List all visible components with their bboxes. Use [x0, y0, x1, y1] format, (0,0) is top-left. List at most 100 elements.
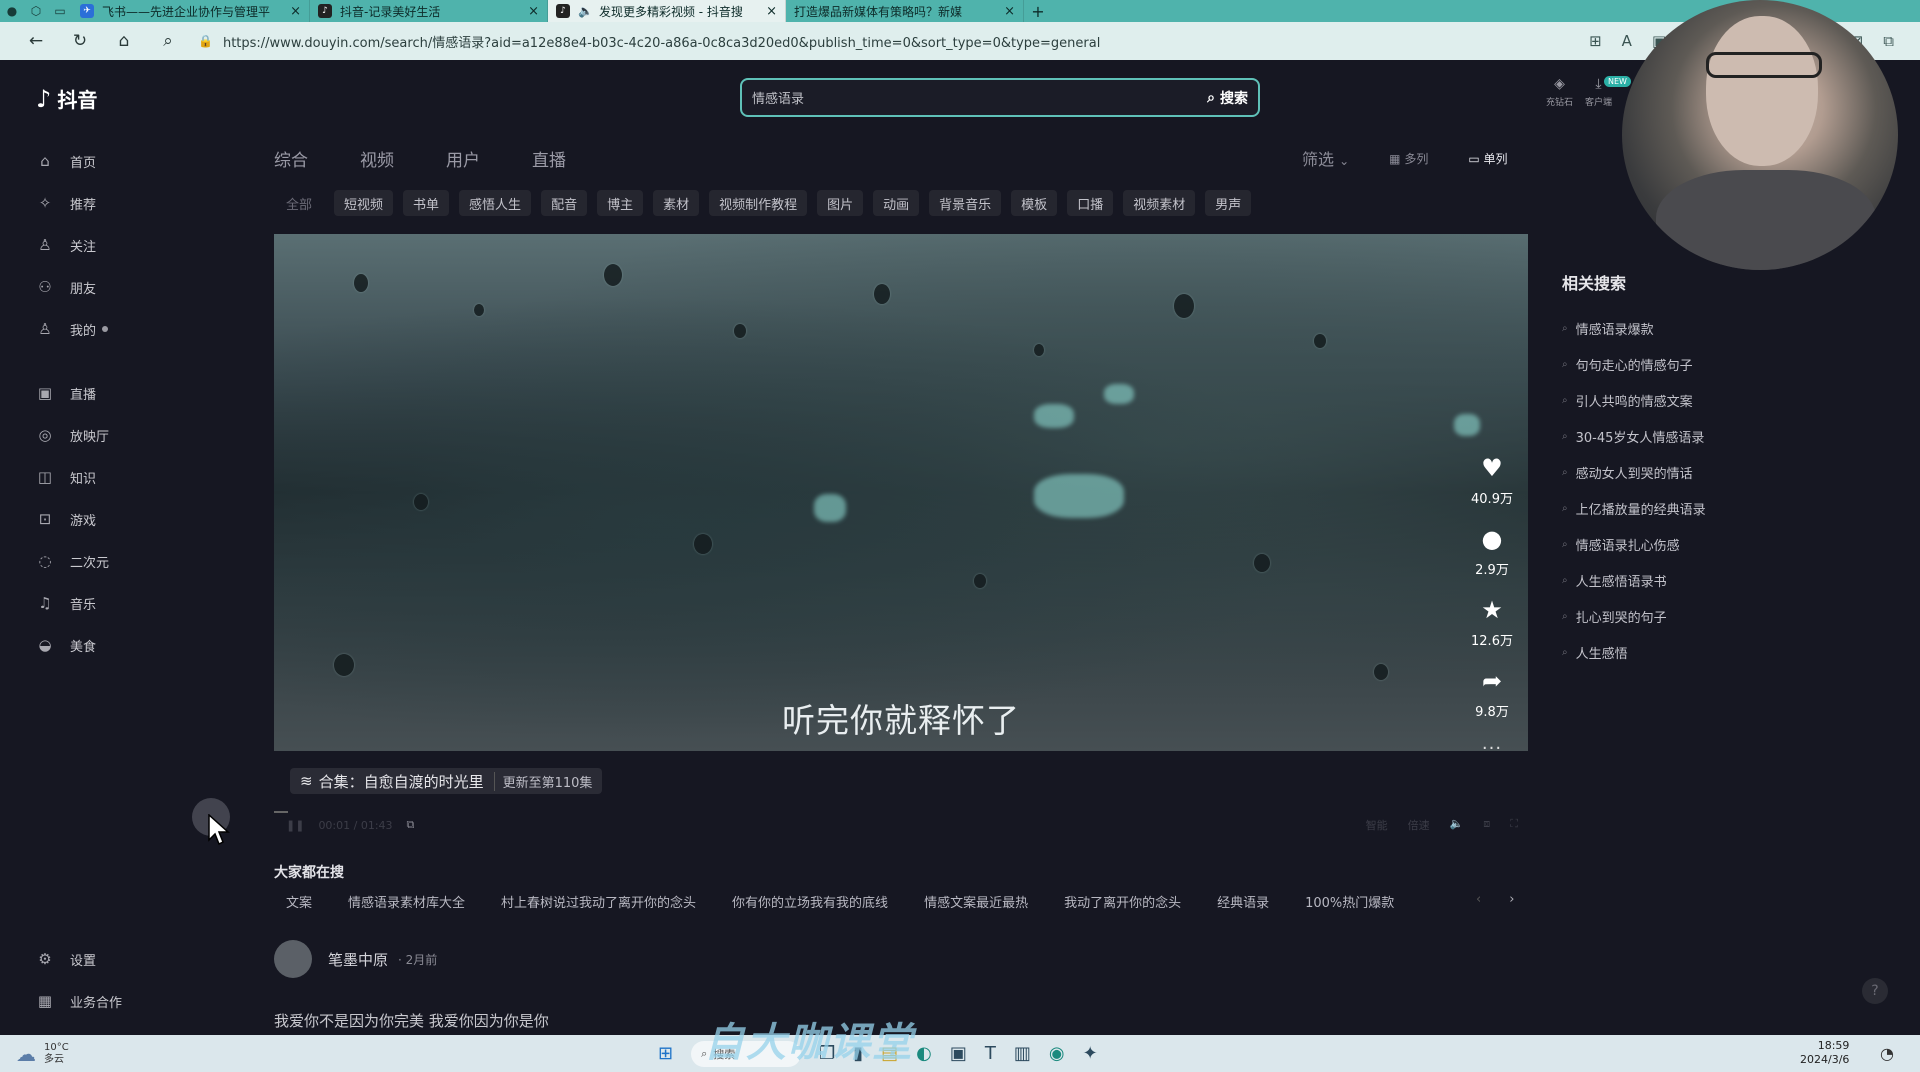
sidebar-item-home[interactable]: ⌂ 首页 [34, 140, 164, 182]
sidebar-item-music[interactable]: ♫ 音乐 [34, 582, 164, 624]
related-search-item[interactable]: ⌕ 人生感悟语录书 [1562, 562, 1822, 598]
weather-widget[interactable]: ☁ 10°C 多云 [16, 1042, 69, 1066]
edge-browser-icon[interactable]: ◐ [916, 1043, 932, 1064]
hot-search-item[interactable]: 村上春树说过我动了离开你的念头 [501, 892, 696, 911]
typora-icon[interactable]: T [985, 1043, 996, 1064]
sidebar-item-settings[interactable]: ⚙ 设置 [34, 938, 122, 980]
chip[interactable]: 图片 [817, 190, 864, 216]
search-input[interactable] [752, 90, 1208, 105]
browser-app-icon[interactable]: ◉ [1049, 1043, 1065, 1064]
like-button[interactable]: ♥ 40.9万 [1471, 454, 1513, 507]
related-search-item[interactable]: ⌕ 30-45岁女人情感语录 [1562, 418, 1822, 454]
windows-start-icon[interactable]: ⊞ [658, 1043, 673, 1064]
chip[interactable]: 书单 [403, 190, 450, 216]
close-tab-icon[interactable]: × [528, 4, 539, 19]
related-search-item[interactable]: ⌕ 引人共鸣的情感文案 [1562, 382, 1822, 418]
close-tab-icon[interactable]: × [1004, 4, 1015, 19]
collection-badge[interactable]: ≋ 合集：自愈自渡的时光里 更新至第110集 [290, 768, 603, 794]
close-tab-icon[interactable]: × [766, 4, 777, 19]
chip[interactable]: 短视频 [334, 190, 394, 216]
hot-search-item[interactable]: 我动了离开你的念头 [1064, 892, 1181, 911]
related-search-item[interactable]: ⌕ 感动女人到哭的情话 [1562, 454, 1822, 490]
share-button[interactable]: ➦ 9.8万 [1475, 667, 1509, 720]
sidebar-item-recommend[interactable]: ✧ 推荐 [34, 182, 164, 224]
sidebar-item-game[interactable]: ⊡ 游戏 [34, 498, 164, 540]
related-search-item[interactable]: ⌕ 扎心到哭的句子 [1562, 598, 1822, 634]
sidebar-item-profile[interactable]: ♙ 我的 [34, 308, 164, 350]
browser-tab[interactable]: ✈ 飞书——先进企业协作与管理平 × [72, 0, 310, 22]
tab-general[interactable]: 综合 [274, 146, 308, 171]
hot-search-item[interactable]: 情感文案最近最热 [924, 892, 1028, 911]
chip[interactable]: 背景音乐 [929, 190, 1002, 216]
sidebar-item-food[interactable]: ◒ 美食 [34, 624, 164, 666]
system-clock[interactable]: 18:59 2024/3/6 [1800, 1039, 1849, 1067]
related-search-item[interactable]: ⌕ 情感语录爆款 [1562, 310, 1822, 346]
comment-button[interactable]: ● 2.9万 [1475, 525, 1509, 578]
refresh-icon[interactable]: ↻ [58, 31, 102, 51]
hot-search-item[interactable]: 情感语录素材库大全 [348, 892, 465, 911]
sidebar-item-cinema[interactable]: ◎ 放映厅 [34, 414, 164, 456]
speaker-icon[interactable]: 🔈 [578, 4, 593, 18]
single-column-button[interactable]: ▭ 单列 [1468, 150, 1507, 167]
url-field[interactable]: 🔒 https://www.douyin.com/search/情感语录?aid… [198, 32, 1589, 51]
chip[interactable]: 口播 [1067, 190, 1114, 216]
notes-icon[interactable]: ▥ [1014, 1043, 1031, 1064]
sidebar-item-friends[interactable]: ⚇ 朋友 [34, 266, 164, 308]
extension-icon[interactable]: ⧉ [1883, 32, 1894, 50]
tab-user[interactable]: 用户 [446, 146, 480, 171]
sidebar-item-business[interactable]: ▦ 业务合作 [34, 980, 122, 1022]
filter-button[interactable]: 筛选 ⌄ [1302, 146, 1349, 170]
new-tab-button[interactable]: + [1024, 2, 1052, 21]
app-available-icon[interactable]: ⊞ [1589, 32, 1602, 50]
back-icon[interactable]: ← [14, 31, 58, 51]
pip-icon[interactable]: ⧈ [1483, 817, 1490, 833]
chip[interactable]: 配音 [541, 190, 588, 216]
browser-tab[interactable]: ♪ 抖音-记录美好生活 × [310, 0, 548, 22]
avatar[interactable] [274, 940, 312, 978]
chip[interactable]: 视频素材 [1123, 190, 1196, 216]
tab-actions-icon[interactable]: ▭ [48, 0, 72, 22]
douyin-logo[interactable]: ♪ 抖音 [36, 84, 97, 113]
chip[interactable]: 博主 [597, 190, 644, 216]
volume-icon[interactable]: 🔈 [1450, 817, 1464, 833]
hot-search-item[interactable]: 经典语录 [1217, 892, 1269, 911]
more-icon[interactable]: ··· [1482, 738, 1502, 759]
search-button[interactable]: ⌕ 搜索 [1207, 88, 1248, 108]
hot-search-item[interactable]: 文案 [286, 892, 312, 911]
sidebar-item-anime[interactable]: ◌ 二次元 [34, 540, 164, 582]
multi-column-button[interactable]: ▦ 多列 [1389, 150, 1428, 167]
chip[interactable]: 素材 [653, 190, 700, 216]
read-aloud-icon[interactable]: A [1622, 32, 1632, 50]
close-tab-icon[interactable]: × [290, 4, 301, 19]
speed-button[interactable]: 倍速 [1408, 817, 1430, 833]
related-search-item[interactable]: ⌕ 句句走心的情感句子 [1562, 346, 1822, 382]
sidebar-item-live[interactable]: ▣ 直播 [34, 372, 164, 414]
extensions-icon[interactable]: ⬡ [24, 0, 48, 22]
browser-tab-active[interactable]: ♪ 🔈 发现更多精彩视频 - 抖音搜 × [548, 0, 786, 22]
hot-search-item[interactable]: 你有你的立场我有我的底线 [732, 892, 888, 911]
app-icon[interactable]: ✦ [1083, 1043, 1098, 1064]
tab-video[interactable]: 视频 [360, 146, 394, 171]
recharge-button[interactable]: ◈ 充钻石 [1546, 76, 1573, 108]
smart-quality-button[interactable]: 智能 [1366, 817, 1388, 833]
chevron-left-icon[interactable]: ‹ [1476, 892, 1481, 907]
chip[interactable]: 感悟人生 [459, 190, 532, 216]
chip[interactable]: 男声 [1205, 190, 1252, 216]
hot-search-item[interactable]: 100%热门爆款 [1305, 892, 1394, 911]
chip[interactable]: 动画 [873, 190, 920, 216]
store-icon[interactable]: ▣ [950, 1043, 967, 1064]
sidebar-item-knowledge[interactable]: ◫ 知识 [34, 456, 164, 498]
chevron-right-icon[interactable]: › [1509, 892, 1514, 907]
chip[interactable]: 模板 [1011, 190, 1058, 216]
author-name[interactable]: 笔墨中原 [328, 949, 388, 970]
autoplay-icon[interactable]: ⧉ [407, 818, 415, 832]
chip-all[interactable]: 全部 [274, 190, 324, 216]
related-search-item[interactable]: ⌕ 人生感悟 [1562, 634, 1822, 670]
pause-icon[interactable]: ❚❚ [286, 819, 304, 832]
tab-live[interactable]: 直播 [532, 146, 566, 171]
browser-tab[interactable]: 打造爆品新媒体有策略吗？新媒 × [786, 0, 1024, 22]
related-search-item[interactable]: ⌕ 上亿播放量的经典语录 [1562, 490, 1822, 526]
help-icon[interactable]: ? [1862, 978, 1888, 1004]
sidebar-item-follow[interactable]: ♙ 关注 [34, 224, 164, 266]
search-icon[interactable]: ⌕ [146, 31, 190, 51]
